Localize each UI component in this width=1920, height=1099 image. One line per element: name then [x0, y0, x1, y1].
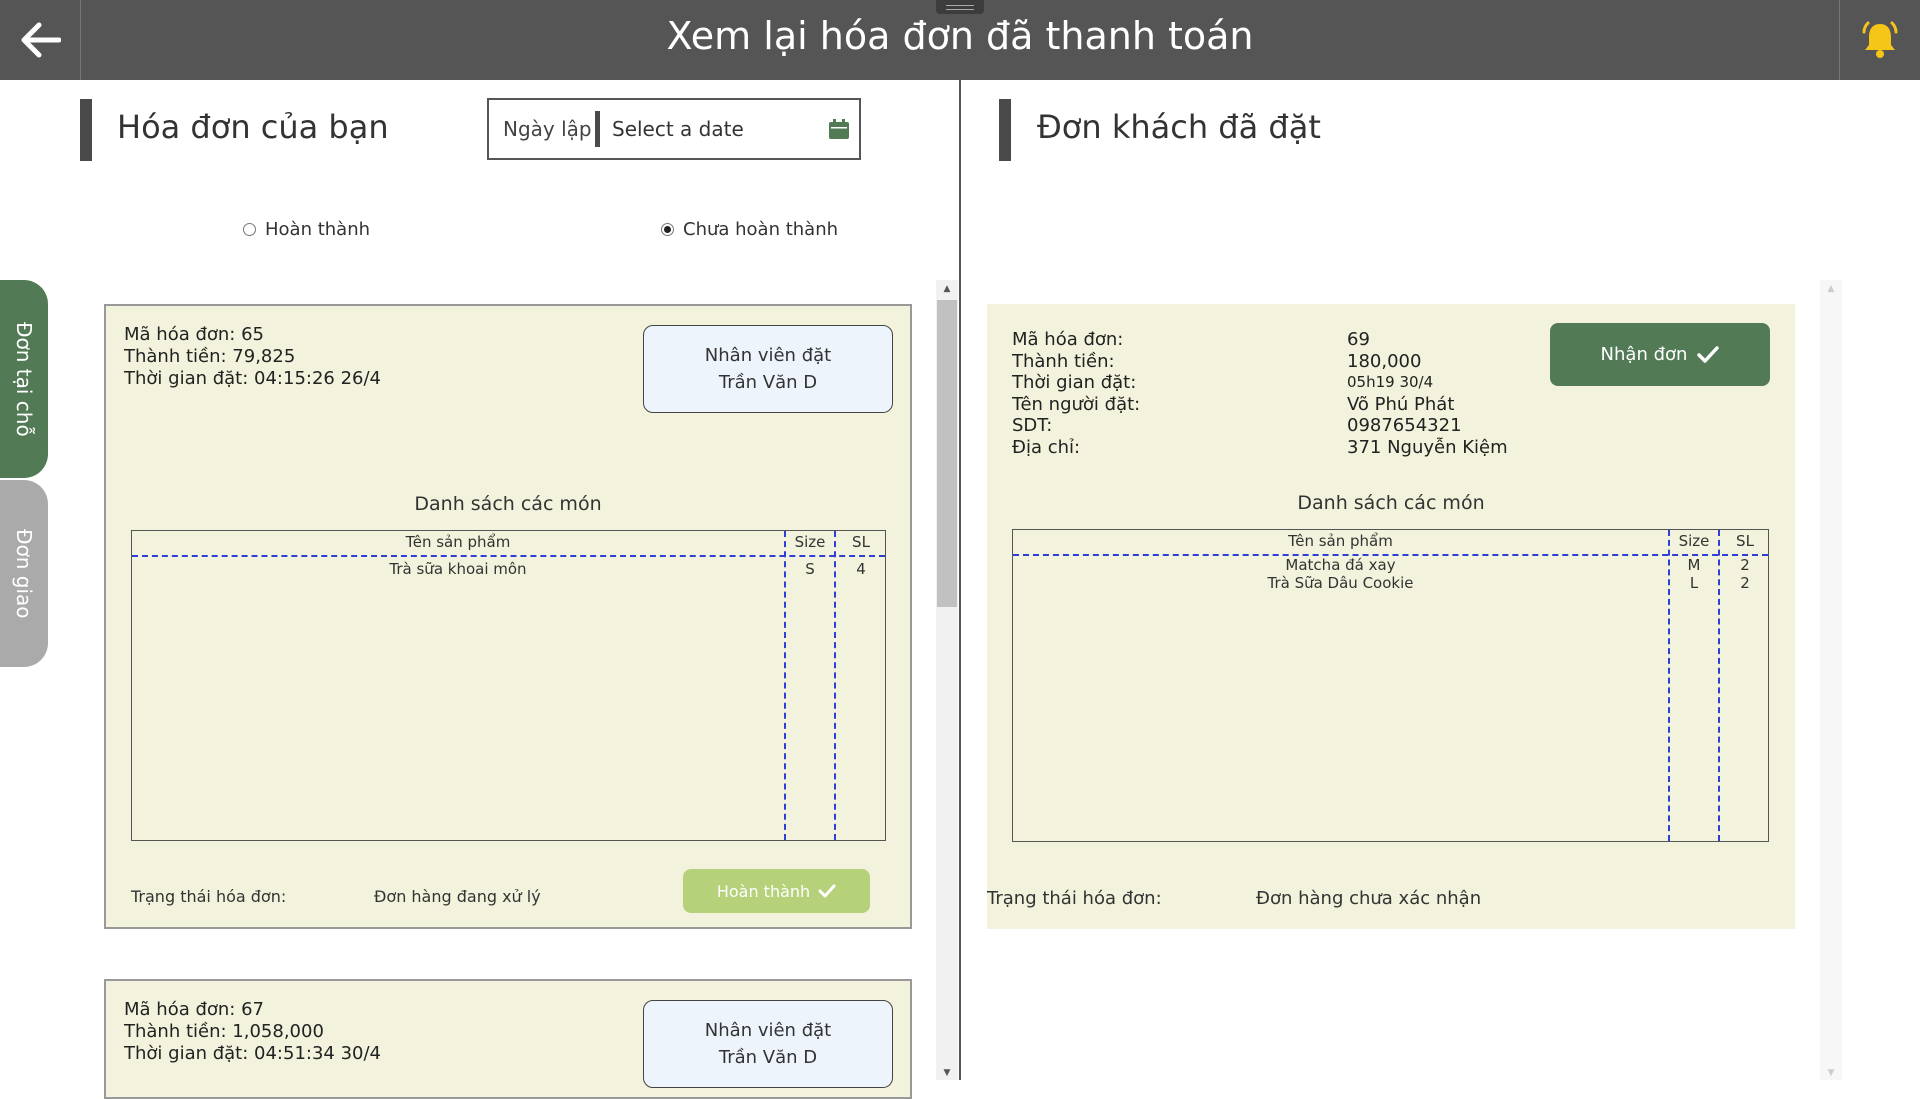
section-title-customer-orders: Đơn khách đã đặt — [1037, 108, 1321, 146]
panel-divider — [959, 80, 961, 1080]
side-tab-delivery[interactable]: Đơn giao — [0, 480, 48, 667]
order-label: Mã hóa đơn: — [1012, 329, 1124, 350]
order-total-value: 180,000 — [1347, 350, 1422, 372]
side-tab-label: Đơn tại chỗ — [12, 321, 36, 437]
section-title-invoices: Hóa đơn của bạn — [117, 108, 389, 146]
radio-circle — [243, 223, 256, 236]
order-phone-value: 0987654321 — [1347, 415, 1462, 436]
date-filter-separator — [595, 111, 600, 147]
bell-icon — [1862, 21, 1898, 58]
order-label: Địa chỉ: — [1012, 436, 1081, 458]
date-filter-label: Ngày lập — [503, 117, 592, 141]
invoice-time: Thời gian đặt: 04:15:26 26/4 — [124, 368, 382, 389]
date-input[interactable]: Select a date — [612, 117, 819, 141]
employee-name: Trần Văn D — [718, 1047, 818, 1068]
order-label: Tên người đặt: — [1012, 393, 1141, 415]
item-qty: 2 — [1740, 556, 1750, 574]
employee-name: Trần Văn D — [718, 372, 818, 393]
employee-box: Nhân viên đặt Trần Văn D — [643, 325, 893, 413]
section-bar — [80, 99, 92, 161]
order-id-value: 69 — [1347, 329, 1370, 350]
notification-button[interactable] — [1839, 0, 1920, 80]
employee-label: Nhân viên đặt — [704, 345, 832, 366]
invoice-id: Mã hóa đơn: 65 — [124, 324, 264, 345]
item-list-title: Danh sách các món — [414, 493, 602, 515]
order-label: SDT: — [1012, 415, 1053, 436]
scroll-down-icon[interactable]: ▼ — [937, 1068, 957, 1078]
column-header-qty: SL — [1736, 532, 1754, 550]
side-tab-dine-in[interactable]: Đơn tại chỗ — [0, 280, 48, 478]
section-bar — [999, 99, 1011, 161]
invoice-total: Thành tiền: 79,825 — [124, 346, 296, 367]
column-header-name: Tên sản phẩm — [1288, 532, 1393, 550]
item-size: L — [1689, 574, 1699, 592]
radio-completed[interactable]: Hoàn thành — [243, 219, 370, 240]
scroll-down-icon[interactable]: ▼ — [1821, 1068, 1841, 1078]
app-header: Xem lại hóa đơn đã thanh toán — [0, 0, 1920, 80]
radio-label: Hoàn thành — [265, 219, 371, 240]
item-qty: 2 — [1740, 574, 1750, 592]
item-name: Trà sữa khoai môn — [389, 560, 527, 578]
invoice-info: Mã hóa đơn: 67 Thành tiền: 1,058,000 Thờ… — [124, 999, 381, 1065]
accept-order-label: Nhận đơn — [1600, 344, 1688, 365]
item-size: M — [1687, 556, 1701, 574]
accept-order-button[interactable]: Nhận đơn — [1550, 323, 1770, 386]
column-header-qty: SL — [852, 533, 870, 551]
checkmark-icon — [1697, 345, 1720, 363]
right-scrollbar[interactable] — [1820, 280, 1842, 1080]
item-list-title: Danh sách các món — [1297, 492, 1485, 514]
item-table: Tên sản phẩm Size SL Trà sữa khoai môn S… — [131, 530, 886, 841]
complete-button[interactable]: Hoàn thành — [683, 869, 870, 913]
item-table: Tên sản phẩm Size SL Matcha đá xay M 2 T… — [1012, 529, 1769, 842]
date-filter[interactable]: Ngày lập Select a date — [487, 98, 861, 160]
radio-label: Chưa hoàn thành — [683, 219, 839, 240]
invoice-info: Mã hóa đơn: 65 Thành tiền: 79,825 Thời g… — [124, 324, 381, 390]
left-scrollbar-thumb[interactable] — [937, 300, 957, 607]
item-name: Matcha đá xay — [1285, 556, 1396, 574]
item-name: Trà Sữa Dâu Cookie — [1267, 574, 1414, 592]
invoice-id: Mã hóa đơn: 67 — [124, 999, 264, 1020]
order-address-value: 371 Nguyễn Kiệm — [1347, 436, 1508, 458]
page-title: Xem lại hóa đơn đã thanh toán — [666, 14, 1254, 58]
item-qty: 4 — [856, 560, 866, 578]
complete-button-label: Hoàn thành — [716, 881, 811, 901]
scroll-up-icon[interactable]: ▲ — [1821, 284, 1841, 294]
order-label: Thành tiền: — [1012, 350, 1115, 372]
order-status-value: Đơn hàng chưa xác nhận — [1256, 888, 1482, 909]
invoice-status-value: Đơn hàng đang xử lý — [374, 887, 541, 906]
order-label: Thời gian đặt: — [1012, 372, 1137, 393]
radio-circle-selected — [661, 223, 674, 236]
column-header-size: Size — [1678, 532, 1710, 550]
side-tab-label: Đơn giao — [12, 528, 36, 619]
employee-label: Nhân viên đặt — [704, 1020, 832, 1041]
calendar-icon — [829, 119, 849, 139]
order-time-value: 05h19 30/4 — [1347, 373, 1434, 391]
invoice-total: Thành tiền: 1,058,000 — [124, 1021, 324, 1042]
order-status-label: Trạng thái hóa đơn: — [987, 888, 1162, 909]
item-size: S — [805, 560, 815, 578]
column-header-name: Tên sản phẩm — [405, 533, 511, 551]
calendar-button[interactable] — [819, 118, 859, 140]
invoice-status-label: Trạng thái hóa đơn: — [131, 887, 287, 906]
employee-box: Nhân viên đặt Trần Văn D — [643, 1000, 893, 1088]
radio-not-completed[interactable]: Chưa hoàn thành — [661, 219, 838, 240]
checkmark-icon — [818, 884, 836, 898]
order-field-values: 69 180,000 05h19 30/4 Võ Phú Phát 098765… — [1347, 329, 1508, 458]
order-field-labels: Mã hóa đơn: Thành tiền: Thời gian đặt: T… — [1012, 329, 1140, 458]
order-customer-value: Võ Phú Phát — [1347, 393, 1455, 415]
invoice-time: Thời gian đặt: 04:51:34 30/4 — [124, 1043, 382, 1064]
column-header-size: Size — [794, 533, 826, 551]
scroll-up-icon[interactable]: ▲ — [937, 284, 957, 294]
